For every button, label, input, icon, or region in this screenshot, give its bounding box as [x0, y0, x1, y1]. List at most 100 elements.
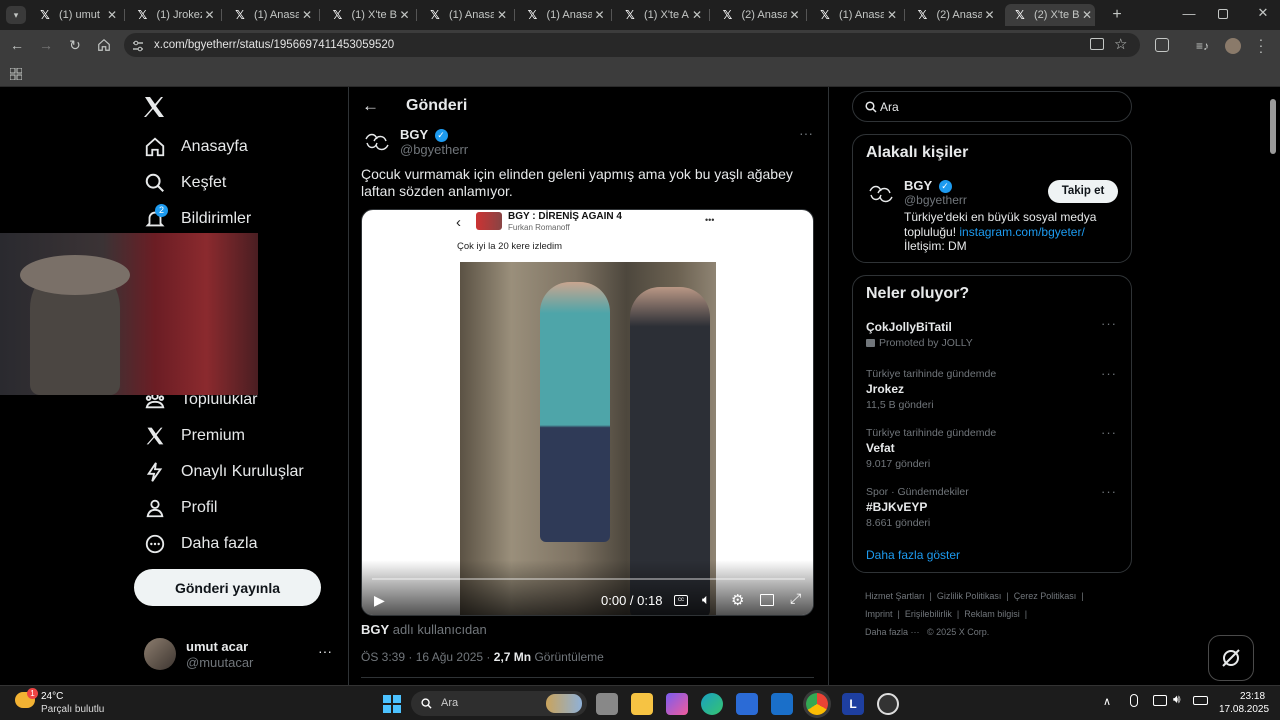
progress-track[interactable] — [372, 578, 805, 580]
tab-close-icon[interactable]: ✕ — [884, 8, 900, 22]
trend-more-icon[interactable]: ··· — [1101, 366, 1117, 381]
post-author[interactable]: BGY ✓ — [400, 127, 448, 143]
browser-tab[interactable]: 𝕏 (1) X'te B ✕ — [323, 4, 413, 26]
follow-button[interactable]: Takip et — [1048, 180, 1118, 203]
search-input[interactable]: Ara — [880, 100, 899, 114]
taskbar-search[interactable]: Ara — [411, 691, 587, 716]
scrollbar[interactable] — [1270, 99, 1276, 154]
forward-button[interactable]: → — [37, 36, 55, 54]
network-icon[interactable] — [1153, 695, 1167, 706]
settings-gear-icon[interactable]: ⚙ — [731, 591, 744, 609]
tab-close-icon[interactable]: ✕ — [104, 8, 120, 22]
outlook-icon[interactable] — [771, 693, 793, 715]
clock-date[interactable]: 17.08.2025 — [1219, 704, 1269, 715]
tab-close-icon[interactable]: ✕ — [982, 8, 998, 22]
sidebar-item-6[interactable]: Premium — [142, 421, 245, 451]
post-handle[interactable]: @bgyetherr — [400, 142, 468, 157]
url-text[interactable]: x.com/bgyetherr/status/19566974114530595… — [154, 39, 394, 51]
media-control-icon[interactable]: ≡♪ — [1196, 39, 1209, 53]
footer-link[interactable]: Gizlilik Politikası — [937, 591, 1002, 601]
back-arrow-icon[interactable]: ← — [362, 96, 379, 116]
apps-grid-icon[interactable] — [9, 67, 23, 81]
trend-more-icon[interactable]: ··· — [1101, 316, 1117, 331]
post-timestamp[interactable]: ÖS 3:39 · 16 Ağu 2025 · — [361, 650, 494, 664]
footer-link[interactable]: Reklam bilgisi — [964, 609, 1020, 619]
battery-icon[interactable] — [1193, 696, 1208, 705]
trend-more-icon[interactable]: ··· — [1101, 425, 1117, 440]
store-icon[interactable] — [736, 693, 758, 715]
volume-icon[interactable]: 🔈︎ — [702, 591, 710, 608]
clock-time[interactable]: 23:18 — [1240, 691, 1265, 702]
tab-close-icon[interactable]: ✕ — [397, 8, 413, 22]
l-app-icon[interactable]: L — [842, 693, 864, 715]
restore-button[interactable] — [1218, 9, 1228, 19]
task-view-icon[interactable] — [596, 693, 618, 715]
weather-temp[interactable]: 24°C — [41, 691, 63, 702]
tab-close-icon[interactable]: ✕ — [1079, 8, 1095, 22]
sidebar-item-8[interactable]: Profil — [142, 493, 217, 523]
x-logo-icon[interactable] — [142, 95, 168, 121]
tab-close-icon[interactable]: ✕ — [592, 8, 608, 22]
browser-tab[interactable]: 𝕏 (1) Anasa ✕ — [420, 4, 510, 26]
reload-button[interactable]: ↻ — [66, 36, 84, 54]
video-player[interactable]: ‹ BGY : DİRENİŞ AGAIN 4 Furkan Romanoff … — [361, 209, 814, 616]
microphone-icon[interactable] — [1130, 694, 1138, 707]
footer-link[interactable]: Hizmet Şartları — [865, 591, 925, 601]
tab-close-icon[interactable]: ✕ — [299, 8, 315, 22]
pip-icon[interactable] — [760, 594, 774, 606]
profile-avatar[interactable] — [1225, 38, 1241, 54]
post-author-avatar[interactable] — [362, 127, 392, 157]
footer-more[interactable]: Daha fazla ··· — [865, 627, 920, 637]
tab-close-icon[interactable]: ✕ — [494, 8, 510, 22]
tab-close-icon[interactable]: ✕ — [202, 8, 218, 22]
file-explorer-icon[interactable] — [631, 693, 653, 715]
browser-tab[interactable]: 𝕏 (2) Anasa ✕ — [713, 4, 803, 26]
grok-button[interactable] — [1208, 635, 1254, 681]
sidebar-item-7[interactable]: Onaylı Kuruluşlar — [142, 457, 304, 487]
browser-tab[interactable]: 𝕏 (1) umut ✕ — [30, 4, 120, 26]
back-button[interactable]: ← — [8, 36, 26, 54]
windows-start-icon[interactable] — [381, 693, 403, 715]
home-button[interactable] — [95, 36, 113, 54]
trend-item[interactable]: Spor · Gündemdekiler #BJKvEYP 8.661 gönder… — [853, 484, 1131, 536]
close-window-button[interactable]: ✕ — [1256, 5, 1270, 23]
captions-icon[interactable]: cc — [674, 595, 688, 606]
tray-chevron-icon[interactable]: ∧ — [1103, 695, 1111, 708]
sidebar-item-9[interactable]: Daha fazla — [142, 529, 258, 559]
browser-tab[interactable]: 𝕏 (1) Jrokez ✕ — [128, 4, 218, 26]
tab-close-icon[interactable]: ✕ — [787, 8, 803, 22]
trend-more-icon[interactable]: ··· — [1101, 484, 1117, 499]
copilot-icon[interactable] — [666, 693, 688, 715]
browser-tab[interactable]: 𝕏 (2) Anasa ✕ — [908, 4, 998, 26]
sidebar-item-1[interactable]: Anasayfa — [142, 132, 248, 162]
tab-close-icon[interactable]: ✕ — [689, 8, 705, 22]
cast-icon[interactable] — [1090, 38, 1104, 50]
footer-link[interactable]: Çerez Politikası — [1014, 591, 1077, 601]
sidebar-item-2[interactable]: Keşfet — [142, 168, 226, 198]
browser-tab[interactable]: 𝕏 (1) X'te A ✕ — [615, 4, 705, 26]
volume-tray-icon[interactable]: 🔊︎ — [1173, 692, 1181, 707]
related-handle[interactable]: @bgyetherr — [904, 193, 967, 207]
related-name[interactable]: BGY ✓ — [904, 178, 952, 194]
account-more-icon[interactable]: ··· — [318, 643, 332, 659]
footer-link[interactable]: Imprint — [865, 609, 893, 619]
browser-tab-active[interactable]: 𝕏 (2) X'te B ✕ — [1005, 4, 1095, 26]
site-info-icon[interactable] — [132, 39, 144, 52]
minimize-button[interactable]: — — [1180, 6, 1198, 24]
footer-link[interactable]: Erişilebilirlik — [905, 609, 952, 619]
fullscreen-icon[interactable]: ⤢ — [790, 590, 801, 607]
bio-link[interactable]: instagram.com/bgyeter/ — [959, 225, 1084, 239]
show-more-link[interactable]: Daha fazla göster — [866, 548, 960, 562]
trend-item[interactable]: ÇokJollyBiTatil Promoted by JOLLY ··· — [853, 316, 1131, 370]
search-box[interactable]: Ara — [852, 91, 1132, 122]
new-tab-button[interactable]: + — [1108, 6, 1126, 24]
related-avatar[interactable] — [866, 179, 896, 209]
post-more-icon[interactable]: ··· — [799, 125, 813, 141]
account-switcher[interactable]: umut acar @muutacar ··· — [134, 627, 339, 677]
source-name[interactable]: BGY — [361, 622, 389, 637]
chrome-icon[interactable] — [806, 693, 828, 715]
browser-menu-icon[interactable]: · · · — [1258, 32, 1264, 58]
post-button[interactable]: Gönderi yayınla — [134, 569, 321, 606]
play-button[interactable]: ▶ — [374, 592, 385, 609]
obs-icon[interactable] — [877, 693, 899, 715]
